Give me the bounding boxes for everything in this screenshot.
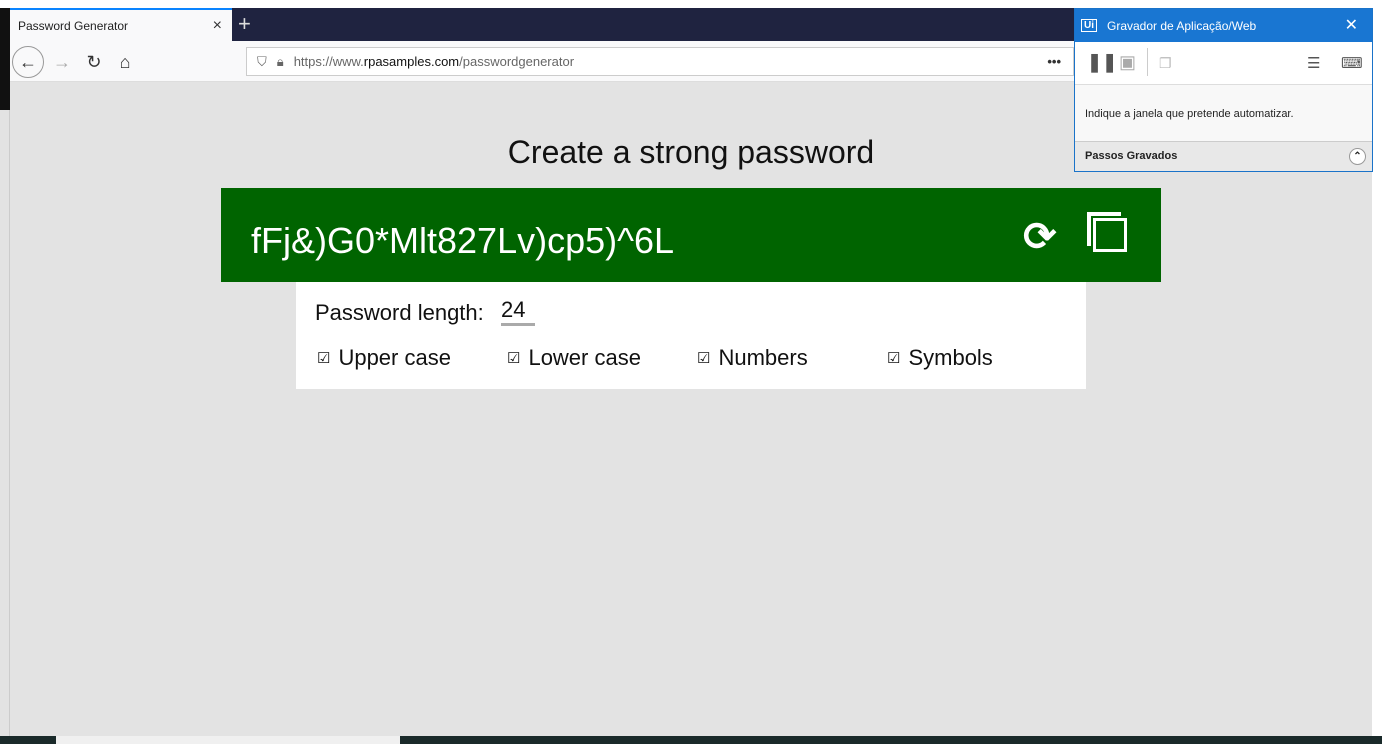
password-length-input[interactable] (501, 297, 535, 326)
taskbar (0, 736, 1382, 744)
back-arrow-icon[interactable]: ← (12, 46, 44, 78)
url-path: /passwordgenerator (459, 54, 575, 69)
tab-title: Password Generator (18, 18, 129, 33)
symbols-checkbox[interactable]: ☑ Symbols (887, 345, 993, 371)
checkbox-label: Symbols (908, 345, 993, 370)
checkbox-checked-icon[interactable]: ☑ (507, 349, 520, 367)
save-icon[interactable]: ▣ (1119, 52, 1136, 73)
upper-case-checkbox[interactable]: ☑ Upper case (317, 345, 451, 371)
password-display: fFj&)G0*Mlt827Lv)cp5)^6L ⟳ (221, 188, 1161, 282)
checkbox-checked-icon[interactable]: ☑ (887, 349, 900, 367)
lock-icon[interactable]: 🔒︎ (277, 54, 284, 70)
password-length-label: Password length: (315, 300, 484, 325)
url-prefix: https://www. (293, 54, 364, 69)
forward-arrow-icon[interactable]: → (48, 48, 76, 76)
checklist-icon[interactable]: ☰ (1307, 54, 1320, 72)
chevron-up-icon[interactable]: ⌃ (1349, 148, 1366, 165)
recorder-window: Ui Gravador de Aplicação/Web ✕ ❚❚ ▣ ❐ ☰ … (1074, 8, 1373, 172)
numbers-checkbox[interactable]: ☑ Numbers (697, 345, 808, 371)
close-tab-icon[interactable]: × (213, 17, 222, 35)
copy-icon[interactable] (1087, 212, 1127, 252)
new-tab-button[interactable]: + (238, 10, 251, 38)
recorded-steps-label: Passos Gravados (1085, 150, 1178, 162)
checkbox-label: Lower case (528, 345, 641, 370)
close-icon[interactable]: ✕ (1345, 15, 1358, 35)
url-host: rpasamples.com (363, 54, 460, 69)
pause-icon[interactable]: ❚❚ (1087, 52, 1117, 73)
recorder-message: Indique a janela que pretende automatiza… (1085, 108, 1294, 120)
taskbar-window[interactable] (56, 736, 400, 744)
uipath-logo: Ui (1081, 19, 1097, 32)
page-actions-icon[interactable]: ••• (1047, 54, 1061, 69)
home-icon[interactable]: ⌂ (111, 48, 139, 76)
recorder-title: Gravador de Aplicação/Web (1107, 18, 1257, 33)
window-icon[interactable]: ❐ (1159, 55, 1172, 72)
recorder-titlebar: Ui Gravador de Aplicação/Web ✕ (1075, 9, 1372, 42)
checkbox-label: Upper case (338, 345, 451, 370)
left-edge (0, 8, 10, 736)
shield-icon[interactable]: ⛉ (257, 54, 267, 70)
checkbox-checked-icon[interactable]: ☑ (697, 349, 710, 367)
refresh-icon[interactable]: ⟳ (1023, 214, 1057, 260)
browser-tab[interactable]: Password Generator × (10, 8, 232, 41)
page-content (10, 82, 1372, 736)
options-panel: Password length: ☑ Upper case ☑ Lower case… (296, 282, 1086, 389)
reload-icon[interactable]: ↻ (80, 48, 108, 76)
checkbox-label: Numbers (718, 345, 808, 370)
address-bar[interactable]: ⛉ 🔒︎ https://www.rpasamples.com/password… (246, 47, 1074, 76)
checkbox-checked-icon[interactable]: ☑ (317, 349, 330, 367)
recorded-steps-header[interactable]: Passos Gravados ⌃ (1075, 141, 1372, 171)
generated-password: fFj&)G0*Mlt827Lv)cp5)^6L (251, 220, 675, 261)
recorder-toolbar: ❚❚ ▣ ❐ ☰ ⌨ (1075, 42, 1372, 85)
lower-case-checkbox[interactable]: ☑ Lower case (507, 345, 641, 371)
keyboard-mouse-icon[interactable]: ⌨ (1341, 54, 1363, 72)
